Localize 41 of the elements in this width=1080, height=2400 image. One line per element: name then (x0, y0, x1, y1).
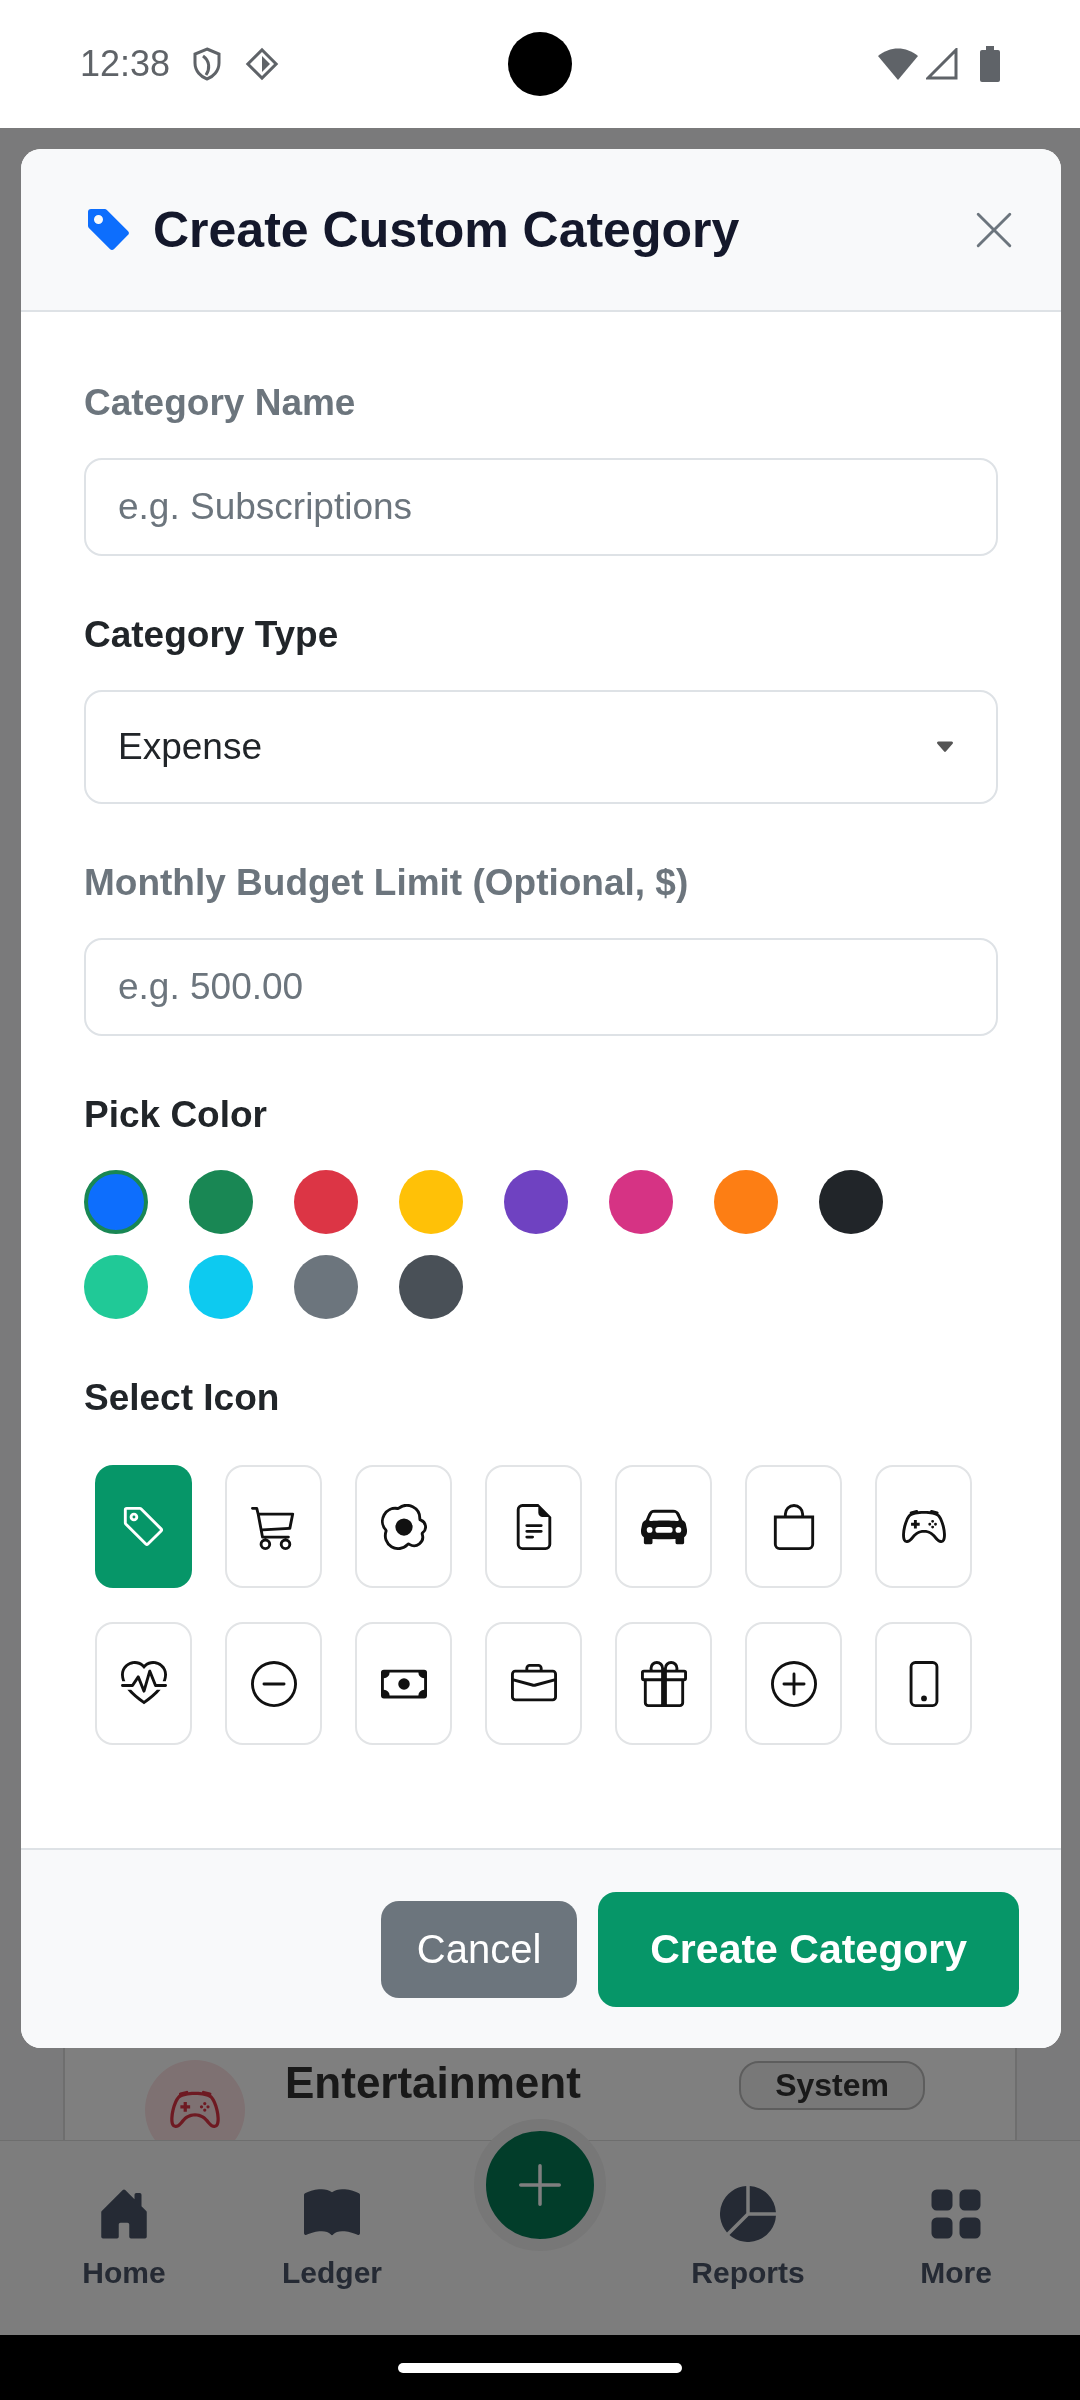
icon-option[interactable] (615, 1622, 712, 1745)
section-label: Pick Color (84, 1094, 268, 1136)
icon-option[interactable] (615, 1465, 712, 1588)
icon-option[interactable] (225, 1465, 322, 1588)
field-label: Category Name (84, 382, 357, 424)
icon-option[interactable] (875, 1465, 972, 1588)
color-swatch[interactable] (84, 1170, 148, 1234)
section-label: Select Icon (84, 1377, 281, 1419)
icon-option[interactable] (225, 1622, 322, 1745)
status-time: 12:38 (80, 43, 171, 85)
input-field[interactable]: e.g. 500.00 (84, 938, 998, 1036)
icon-option[interactable] (485, 1465, 582, 1588)
field-label: Category Type (84, 614, 340, 656)
icon-option[interactable] (745, 1465, 842, 1588)
system-tag: System (739, 2061, 925, 2110)
icon-option[interactable] (875, 1622, 972, 1745)
cancel-button[interactable]: Cancel (380, 1900, 578, 1998)
diamond-icon (244, 46, 281, 82)
wifi-icon (878, 48, 918, 80)
icon-option[interactable] (355, 1622, 452, 1745)
icon-option[interactable] (355, 1465, 452, 1588)
nav-label[interactable]: More (920, 2256, 992, 2290)
create-button[interactable]: Create Category (598, 1891, 1019, 2007)
shield-icon (192, 47, 223, 81)
pie-chart-icon[interactable] (720, 2186, 776, 2242)
heart-pulse-icon (120, 1660, 167, 1707)
nav-label[interactable]: Home (82, 2256, 166, 2290)
fried-egg-icon (380, 1503, 427, 1550)
nav-label[interactable]: Ledger (282, 2256, 382, 2290)
icon-option[interactable] (745, 1622, 842, 1745)
dialog-title: Create Custom Category (153, 200, 741, 259)
gift-icon (640, 1660, 687, 1707)
input-field[interactable]: e.g. Subscriptions (84, 458, 998, 556)
type-select[interactable]: Expense (84, 690, 998, 804)
battery-icon (980, 46, 1000, 82)
nav-label[interactable]: Reports (691, 2256, 805, 2290)
signal-icon (926, 48, 958, 80)
icon-option[interactable] (485, 1622, 582, 1745)
icon-option[interactable] (95, 1622, 192, 1745)
field-label: Monthly Budget Limit (Optional, $) (84, 862, 690, 904)
category-name: Entertainment (285, 2058, 582, 2108)
